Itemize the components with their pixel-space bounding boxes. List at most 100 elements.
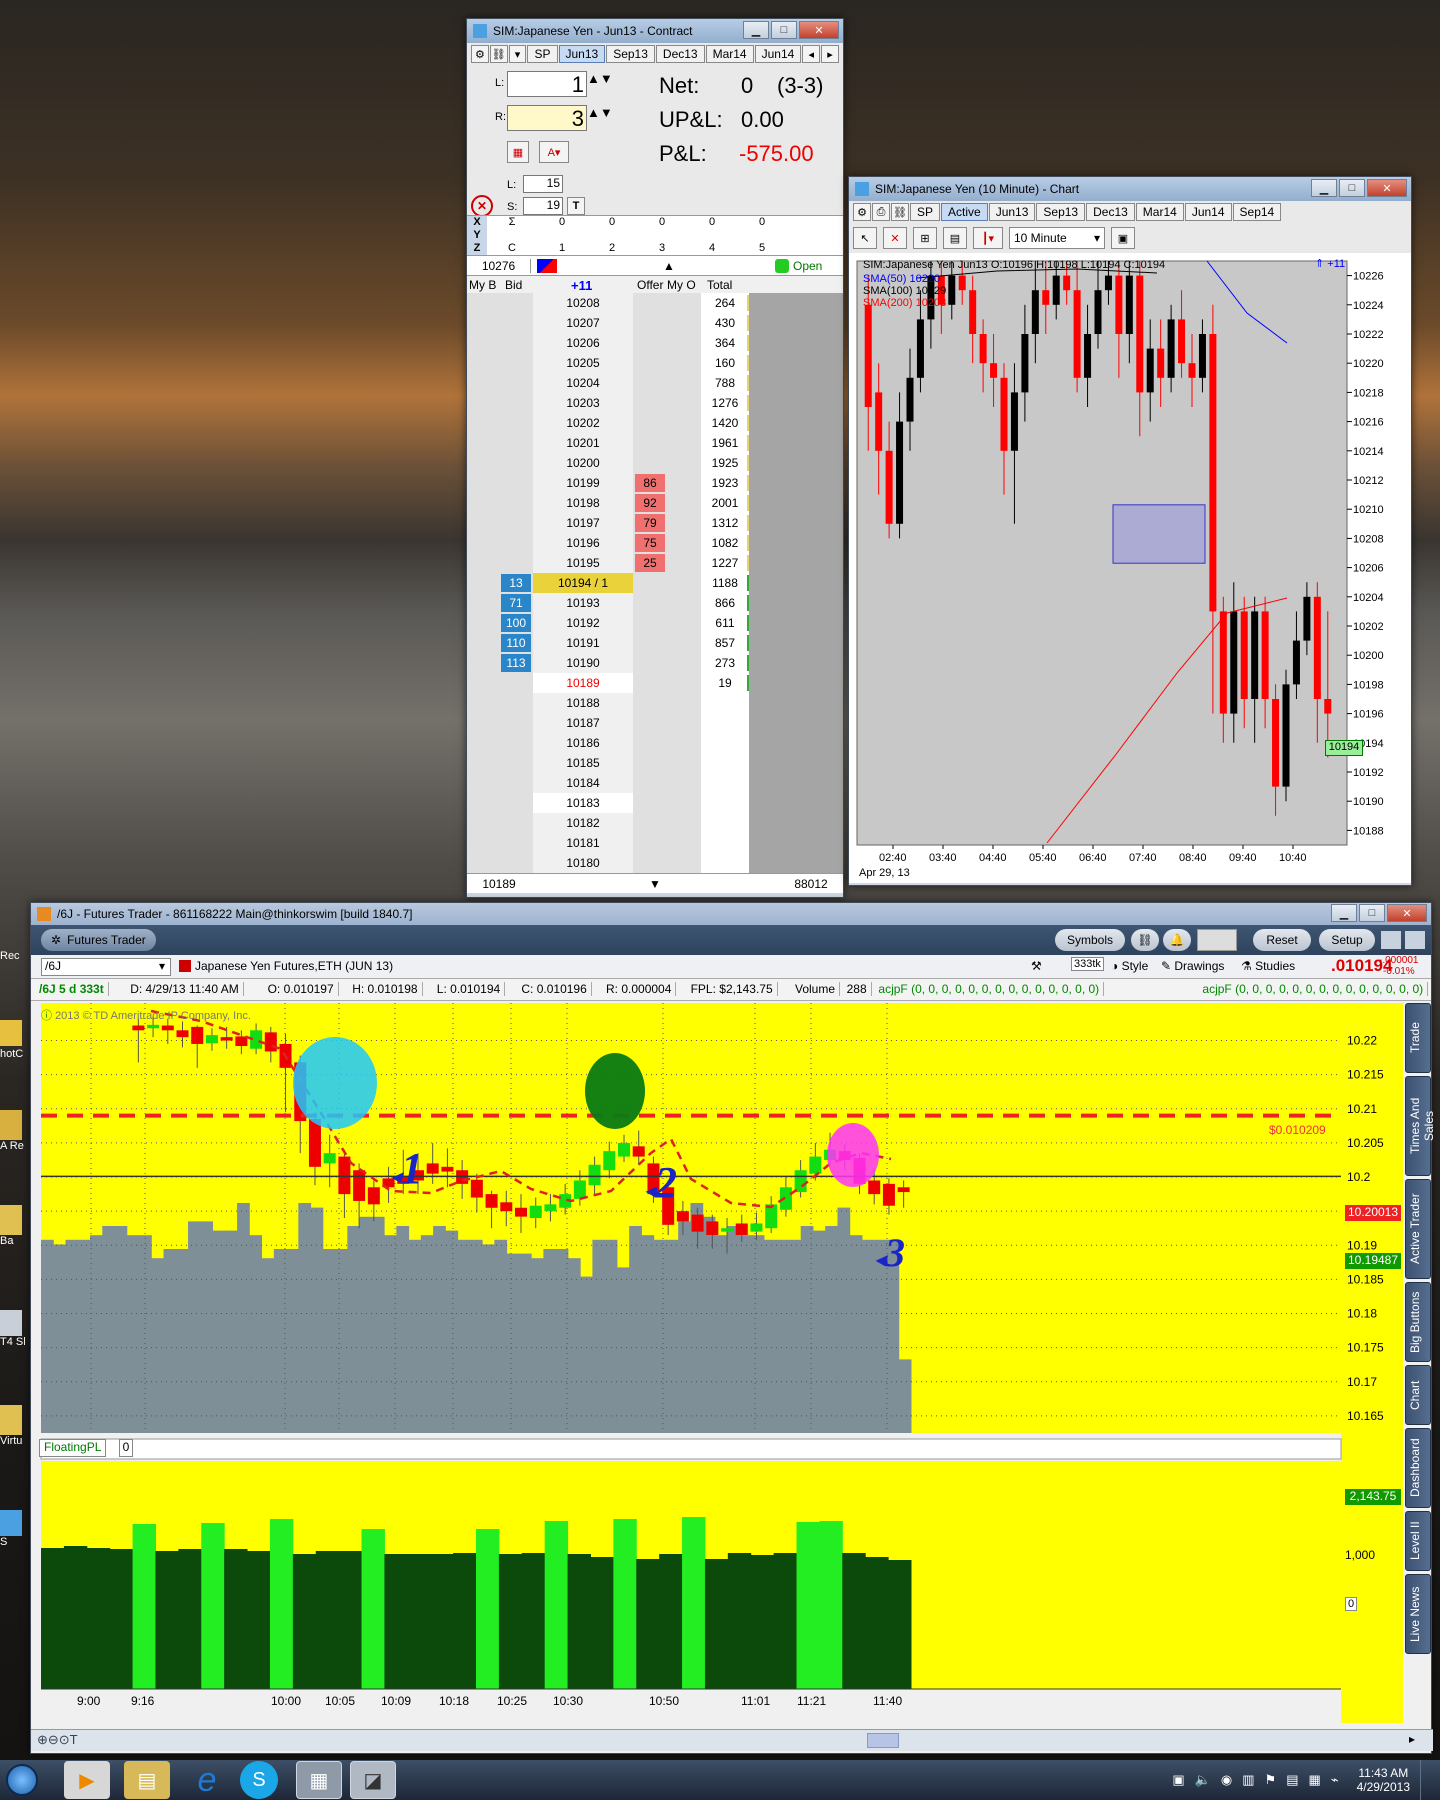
close-icon[interactable]: ✕ <box>799 21 839 39</box>
detach-icon[interactable] <box>1381 931 1401 949</box>
cancel-all-icon[interactable]: ✕ <box>471 195 493 217</box>
properties-icon[interactable]: ▣ <box>1111 227 1135 249</box>
maximize-icon[interactable]: □ <box>1339 179 1365 197</box>
print-icon[interactable]: ⎙ <box>872 203 890 221</box>
ladder-row[interactable]: 10199 86 1923 <box>467 473 843 493</box>
symbols-button[interactable]: Symbols <box>1055 929 1125 951</box>
desktop-icon[interactable]: Rec <box>0 950 30 990</box>
tools-icon[interactable]: ⚒ <box>1031 959 1042 973</box>
start-button[interactable] <box>0 1760 44 1800</box>
account-select[interactable]: SP <box>910 203 941 221</box>
side-tab[interactable]: Live News <box>1405 1574 1431 1654</box>
chevron-down-icon[interactable]: ▾ <box>508 45 527 63</box>
ladder-row[interactable]: 10202 1420 <box>467 413 843 433</box>
ladder-row[interactable]: 10191 110 857 <box>467 633 843 653</box>
tray-icon[interactable]: ▦ <box>1308 1772 1320 1788</box>
ladder-row[interactable]: 10204 788 <box>467 373 843 393</box>
ladder-row[interactable]: 10206 364 <box>467 333 843 353</box>
desktop-icon[interactable]: S <box>0 1510 30 1550</box>
account-select[interactable]: SP <box>527 45 558 63</box>
ladder-row[interactable]: 10182 <box>467 813 843 833</box>
ladder-row[interactable]: 10184 <box>467 773 843 793</box>
side-tab[interactable]: Big Buttons <box>1405 1282 1431 1362</box>
tab-month[interactable]: Mar14 <box>705 45 754 63</box>
ie-icon[interactable]: e <box>184 1761 230 1799</box>
delete-icon[interactable]: ✕ <box>883 227 907 249</box>
minimize-icon[interactable]: ▁ <box>1331 904 1357 922</box>
auto-strategy-icon[interactable]: A▾ <box>539 141 569 163</box>
clock[interactable]: 11:43 AM 4/29/2013 <box>1357 1766 1410 1794</box>
side-tab[interactable]: Trade <box>1405 1003 1431 1073</box>
link-icon[interactable]: ⛓ <box>489 45 508 63</box>
desktop-icon[interactable]: T4 Sl <box>0 1310 30 1350</box>
tray-icon[interactable]: ▣ <box>1172 1772 1184 1788</box>
pointer-icon[interactable]: ↖ <box>853 227 877 249</box>
strategy-icon[interactable]: ▦ <box>507 141 529 163</box>
ladder-row[interactable]: 10186 <box>467 733 843 753</box>
show-desktop-button[interactable] <box>1420 1760 1432 1800</box>
studies-menu[interactable]: ⚗ Studies <box>1241 959 1295 973</box>
ladder-row[interactable]: 10207 430 <box>467 313 843 333</box>
ladder-row[interactable]: 10205 160 <box>467 353 843 373</box>
pin-icon[interactable] <box>1405 931 1425 949</box>
ladder-row[interactable]: 10196 75 1082 <box>467 533 843 553</box>
tray-icon[interactable]: ▤ <box>1286 1772 1298 1788</box>
reset-button[interactable]: Reset <box>1253 929 1311 951</box>
tab-active[interactable]: Active <box>941 203 988 221</box>
side-tab[interactable]: Times And Sales <box>1405 1076 1436 1176</box>
settings-icon[interactable]: ⚙ <box>853 203 871 221</box>
app-icon[interactable]: ▦ <box>296 1761 342 1799</box>
ladder-row[interactable]: 10198 92 2001 <box>467 493 843 513</box>
bar-type-icon[interactable]: ┃▾ <box>973 227 1003 249</box>
alert-icon[interactable]: 🔔 <box>1163 929 1191 951</box>
ladder-row[interactable]: 10201 1961 <box>467 433 843 453</box>
up-arrow-icon[interactable]: ▲ <box>563 259 775 273</box>
maximize-icon[interactable]: □ <box>771 21 797 39</box>
ladder-row[interactable]: 10197 79 1312 <box>467 513 843 533</box>
t-button[interactable]: T <box>567 197 585 215</box>
side-tab[interactable]: Dashboard <box>1405 1428 1431 1508</box>
stop-s-input[interactable]: 19 <box>523 197 563 215</box>
ladder-row[interactable]: 10195 25 1227 <box>467 553 843 573</box>
maximize-icon[interactable]: □ <box>1359 904 1385 922</box>
down-arrow-icon[interactable]: ▼ <box>531 877 779 891</box>
tab-month[interactable]: Jun14 <box>1184 203 1232 221</box>
ladder-row[interactable]: 10185 <box>467 753 843 773</box>
media-player-icon[interactable]: ▶ <box>64 1761 110 1799</box>
flag-icon[interactable]: ⚑ <box>1265 1772 1277 1788</box>
tab-month[interactable]: Sep14 <box>1232 203 1282 221</box>
aggregation-badge[interactable]: 333tk <box>1071 957 1104 971</box>
settings-icon[interactable]: ⚙ <box>471 45 489 63</box>
scroll-right-icon[interactable]: ▸ <box>1409 1732 1415 1746</box>
app-icon[interactable]: ◪ <box>350 1761 396 1799</box>
tab-month[interactable]: Mar14 <box>1135 203 1184 221</box>
chart-window[interactable]: SIM:Japanese Yen (10 Minute) - Chart ▁ □ ✕… <box>848 176 1412 886</box>
zoom-icon[interactable]: ⊞ <box>913 227 937 249</box>
ladder-row[interactable]: 10192 100 611 <box>467 613 843 633</box>
symbol-input[interactable]: /6J <box>41 958 171 976</box>
side-tab[interactable]: Chart <box>1405 1365 1431 1425</box>
stop-l-input[interactable]: 15 <box>523 175 563 193</box>
price-ladder[interactable]: 10208 264 10207 430 10206 364 10205 160 10204 788… <box>467 293 843 873</box>
scroll-thumb[interactable] <box>867 1733 899 1748</box>
chevron-left-icon[interactable]: ◂ <box>802 45 821 63</box>
link-icon[interactable]: ⛓ <box>1131 929 1159 951</box>
ladder-row[interactable]: 10181 <box>467 833 843 853</box>
indicator-icon[interactable]: ▤ <box>943 227 967 249</box>
ladder-row[interactable]: 10203 1276 <box>467 393 843 413</box>
desktop-icon[interactable]: hotC <box>0 1020 30 1060</box>
color-picker[interactable] <box>1197 929 1237 951</box>
r-quantity-input[interactable]: 3 <box>507 105 587 131</box>
scroll-bar[interactable]: ⊕⊖⊙T ▸ <box>31 1729 1433 1751</box>
ladder-row[interactable]: 10189 19 <box>467 673 843 693</box>
style-menu[interactable]: ◑ Style <box>1111 959 1148 973</box>
tos-titlebar[interactable]: /6J - Futures Trader - 861168222 Main@th… <box>31 903 1431 925</box>
ladder-row[interactable]: 10188 <box>467 693 843 713</box>
tray-icon[interactable]: ◉ <box>1221 1772 1232 1788</box>
side-tab[interactable]: Level II <box>1405 1511 1431 1571</box>
desktop-icon[interactable]: A Re <box>0 1110 30 1152</box>
network-icon[interactable]: ▥ <box>1242 1772 1254 1788</box>
quantity-stepper[interactable]: ▲▼ <box>587 71 621 97</box>
tab-month[interactable]: Dec13 <box>1086 203 1135 221</box>
dom-titlebar[interactable]: SIM:Japanese Yen - Jun13 - Contract ▁ □ ✕ <box>467 19 843 43</box>
